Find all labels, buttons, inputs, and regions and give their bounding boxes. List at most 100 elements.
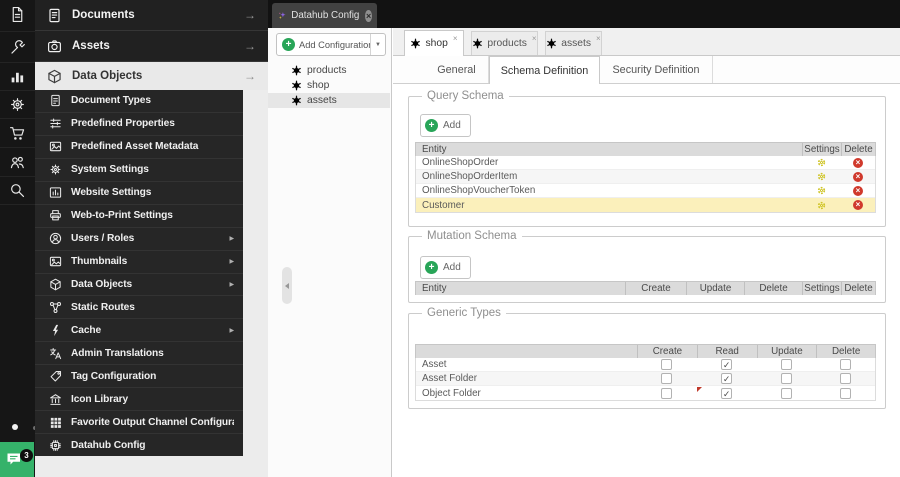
delete-icon[interactable] (853, 172, 863, 182)
create-checkbox[interactable] (661, 359, 672, 370)
bar-chart-icon[interactable] (9, 68, 26, 85)
menu-item-web-to-print-settings[interactable]: Web-to-Print Settings (35, 205, 243, 228)
column-header-type[interactable] (416, 345, 637, 358)
add-configuration-button[interactable]: Add Configuration (276, 33, 386, 56)
delete-checkbox[interactable] (840, 359, 851, 370)
read-checkbox[interactable]: ✓ (721, 388, 732, 399)
menu-item-thumbnails[interactable]: Thumbnails (35, 251, 243, 274)
lightning-icon (49, 324, 62, 337)
menu-item-predefined-properties[interactable]: Predefined Properties (35, 113, 243, 136)
column-header-create[interactable]: Create (637, 345, 697, 358)
tab-schema-definition[interactable]: Schema Definition (489, 56, 600, 84)
menu-item-document-types[interactable]: Document Types (35, 90, 243, 113)
settings-gear-icon[interactable] (816, 200, 827, 211)
delete-icon[interactable] (853, 158, 863, 168)
user-group-icon[interactable] (9, 154, 26, 171)
menu-item-system-settings[interactable]: System Settings (35, 159, 243, 182)
menu-item-admin-translations[interactable]: Admin Translations (35, 342, 243, 365)
list-item-label: assets (307, 95, 337, 106)
wrench-icon[interactable] (9, 39, 26, 56)
settings-gear-icon[interactable] (816, 171, 827, 182)
column-header-delete[interactable]: Delete (744, 282, 802, 295)
column-header-entity[interactable]: Entity (416, 282, 625, 295)
delete-checkbox[interactable] (840, 373, 851, 384)
config-tab-strip: shop products assets (393, 28, 900, 56)
table-row[interactable]: OnlineShopOrder (416, 156, 875, 170)
create-checkbox[interactable] (661, 373, 672, 384)
settings-menu: Document Types Predefined Properties Pre… (35, 90, 243, 456)
menu-item-static-routes[interactable]: Static Routes (35, 296, 243, 319)
gear-icon[interactable] (9, 96, 26, 113)
documents-file-icon[interactable] (9, 6, 26, 23)
settings-gear-icon[interactable] (816, 185, 827, 196)
list-item-label: shop (307, 80, 329, 91)
magnifier-icon[interactable] (9, 182, 26, 199)
tab-assets[interactable]: assets (545, 31, 602, 55)
settings-gear-icon[interactable] (816, 157, 827, 168)
column-header-create[interactable]: Create (625, 282, 686, 295)
accordion-item-data-objects[interactable]: Data Objects (35, 62, 268, 90)
tab-security-definition[interactable]: Security Definition (600, 56, 713, 83)
menu-item-data-objects[interactable]: Data Objects (35, 274, 243, 297)
column-header-update[interactable]: Update (686, 282, 744, 295)
main-tab-bar: Datahub Config (268, 0, 900, 28)
viewport-background (35, 456, 243, 477)
menu-item-website-settings[interactable]: Website Settings (35, 182, 243, 205)
column-header-delete[interactable]: Delete (816, 345, 875, 358)
create-checkbox[interactable] (661, 388, 672, 399)
table-row[interactable]: Asset Folder ✓ (416, 372, 875, 386)
delete-icon[interactable] (853, 200, 863, 210)
menu-item-users-roles[interactable]: Users / Roles (35, 228, 243, 251)
accordion-item-assets[interactable]: Assets (35, 31, 268, 62)
add-query-entity-button[interactable]: Add (420, 114, 471, 137)
column-header-settings[interactable]: Settings (802, 282, 841, 295)
page-dot-icon (12, 424, 18, 430)
menu-item-datahub-config[interactable]: Datahub Config (35, 434, 243, 456)
menu-item-label: Icon Library (71, 394, 234, 405)
close-icon[interactable] (365, 10, 372, 22)
tab-datahub-config[interactable]: Datahub Config (272, 3, 377, 28)
update-checkbox[interactable] (781, 388, 792, 399)
column-header-entity[interactable]: Entity (416, 143, 802, 156)
read-checkbox[interactable]: ✓ (721, 373, 732, 384)
list-item-products[interactable]: products (268, 63, 390, 78)
menu-item-predefined-asset-metadata[interactable]: Predefined Asset Metadata (35, 136, 243, 159)
table-row[interactable]: OnlineShopOrderItem (416, 170, 875, 184)
add-mutation-entity-button[interactable]: Add (420, 256, 471, 279)
menu-item-cache[interactable]: Cache (35, 319, 243, 342)
column-header-settings[interactable]: Settings (802, 143, 841, 156)
menu-item-favorite-output-channel-configurations[interactable]: Favorite Output Channel Configurations (35, 411, 243, 434)
list-item-assets[interactable]: assets (268, 93, 390, 108)
update-checkbox[interactable] (781, 359, 792, 370)
close-icon[interactable] (532, 34, 537, 43)
column-header-update[interactable]: Update (757, 345, 817, 358)
table-row[interactable]: OnlineShopVoucherToken (416, 184, 875, 198)
update-checkbox[interactable] (781, 373, 792, 384)
read-checkbox[interactable]: ✓ (721, 359, 732, 370)
collapse-panel-handle[interactable] (282, 267, 292, 304)
table-row[interactable]: Asset ✓ (416, 358, 875, 372)
close-icon[interactable] (596, 34, 601, 43)
notifications-button[interactable]: 3 (0, 442, 34, 477)
menu-item-label: Tag Configuration (71, 371, 234, 382)
menu-item-tag-configuration[interactable]: Tag Configuration (35, 365, 243, 388)
list-item-shop[interactable]: shop (268, 78, 390, 93)
close-icon[interactable] (453, 34, 458, 43)
column-header-delete[interactable]: Delete (841, 282, 875, 295)
shopping-cart-icon[interactable] (9, 125, 26, 142)
tab-products[interactable]: products (471, 31, 538, 55)
tab-shop[interactable]: shop (404, 30, 464, 56)
tab-general[interactable]: General (425, 56, 489, 83)
menu-item-icon-library[interactable]: Icon Library (35, 388, 243, 411)
table-row[interactable]: Object Folder ✓ (416, 386, 875, 400)
accordion-item-documents[interactable]: Documents (35, 0, 268, 31)
column-header-read[interactable]: Read (697, 345, 757, 358)
table-row-selected[interactable]: Customer (416, 198, 875, 212)
hexagram-icon (546, 38, 557, 49)
delete-icon[interactable] (853, 186, 863, 196)
tab-label: Security Definition (612, 64, 699, 76)
dropdown-button[interactable] (370, 34, 385, 55)
column-header-delete[interactable]: Delete (841, 143, 875, 156)
delete-checkbox[interactable] (840, 388, 851, 399)
menu-item-label: Thumbnails (71, 256, 229, 267)
